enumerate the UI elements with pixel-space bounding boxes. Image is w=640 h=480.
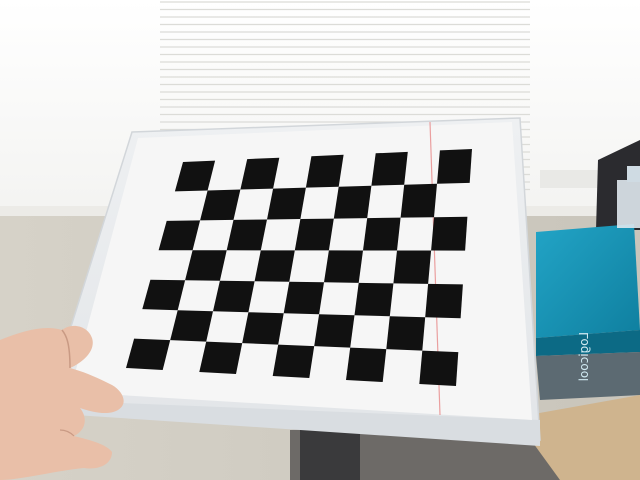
checker-square (393, 250, 432, 284)
checker-square (346, 347, 387, 382)
checker-square (354, 282, 394, 317)
checker-square (213, 280, 255, 313)
checker-square (254, 250, 295, 282)
box-logo-text: Logicool (577, 332, 591, 381)
checker-square (170, 310, 213, 342)
checker-square (226, 219, 267, 251)
checker-square (283, 281, 324, 315)
checker-square (333, 185, 372, 219)
checker-square (314, 314, 355, 348)
checker-square (400, 183, 437, 218)
checker-square (267, 187, 306, 220)
pc-tower (300, 430, 360, 480)
checker-square (419, 350, 459, 386)
checker-square (294, 218, 334, 251)
checker-square (431, 216, 468, 251)
checker-square (199, 341, 243, 374)
photo-scene: Logicool (0, 0, 640, 480)
checker-square (305, 154, 344, 188)
checker-square (437, 149, 472, 184)
checker-square (272, 344, 315, 378)
checker-square (386, 316, 426, 351)
checker-square (363, 217, 401, 251)
checker-square (425, 283, 463, 319)
checker-square (371, 151, 408, 186)
checker-square (324, 250, 363, 283)
checker-square (242, 312, 284, 345)
